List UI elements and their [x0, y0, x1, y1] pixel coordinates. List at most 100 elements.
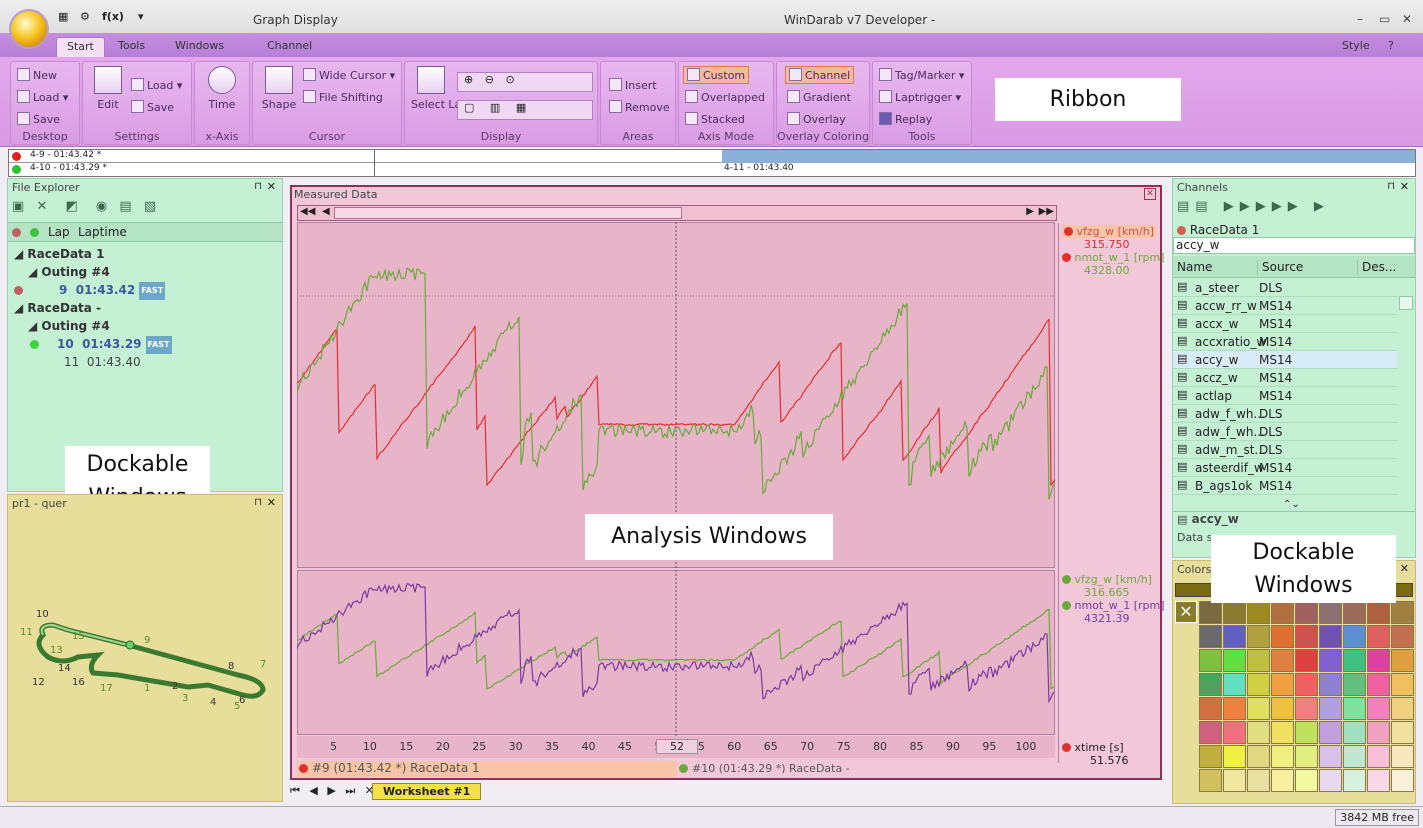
color-swatch[interactable]: [1271, 601, 1294, 624]
color-swatch[interactable]: [1199, 721, 1222, 744]
color-swatch[interactable]: [1295, 769, 1318, 792]
scroll-left-icon[interactable]: ◀: [322, 206, 330, 217]
load-settings-button[interactable]: Load ▾: [131, 78, 182, 92]
lap-label[interactable]: 4-9 - 01:43.42 *: [30, 150, 101, 160]
stacked-axis-button[interactable]: Stacked: [685, 112, 745, 126]
color-swatch[interactable]: [1295, 697, 1318, 720]
color-swatch[interactable]: [1223, 697, 1246, 720]
color-swatch[interactable]: [1223, 673, 1246, 696]
color-swatch[interactable]: [1391, 745, 1414, 768]
color-swatch[interactable]: [1391, 721, 1414, 744]
lap-label[interactable]: 4-11 - 01:43.40: [724, 163, 794, 173]
close-file-icon[interactable]: ✕: [36, 199, 47, 214]
replay-button[interactable]: Replay: [879, 112, 932, 126]
qat-dropdown-icon[interactable]: ▾: [138, 10, 144, 30]
close-icon[interactable]: ✕: [1402, 12, 1412, 26]
color-swatch[interactable]: [1343, 745, 1366, 768]
channel-row[interactable]: ▤ accw_rr_w MS14: [1173, 297, 1397, 315]
color-swatch[interactable]: [1223, 769, 1246, 792]
laptrigger-button[interactable]: Laptrigger ▾: [879, 90, 961, 104]
color-swatch[interactable]: [1271, 673, 1294, 696]
color-swatch[interactable]: [1199, 745, 1222, 768]
color-swatch[interactable]: [1247, 697, 1270, 720]
fx-button[interactable]: f(x): [102, 10, 124, 30]
channel-row[interactable]: ▤ actlap MS14: [1173, 387, 1397, 405]
color-swatch[interactable]: [1295, 649, 1318, 672]
nav-next-icon[interactable]: ▶: [327, 784, 335, 797]
channels-toolbar[interactable]: ▤▤ ▶▶▶▶▶ ▶: [1177, 199, 1330, 214]
color-swatch[interactable]: [1391, 601, 1414, 624]
no-color-icon[interactable]: ✕: [1175, 601, 1197, 623]
channel-row[interactable]: ▤ accx_w MS14: [1173, 315, 1397, 333]
close-icon[interactable]: ✕: [1400, 562, 1409, 575]
color-swatch[interactable]: [1271, 649, 1294, 672]
pin-icon[interactable]: ⊓: [254, 497, 262, 508]
legend-item[interactable]: xtime [s]: [1062, 741, 1124, 754]
color-swatch[interactable]: [1319, 625, 1342, 648]
scroll-right-icon[interactable]: ▶: [1026, 206, 1034, 217]
color-swatch[interactable]: [1367, 697, 1390, 720]
color-swatch[interactable]: [1223, 649, 1246, 672]
channel-row[interactable]: ▤ accz_w MS14: [1173, 369, 1397, 387]
channel-row[interactable]: ▤ adw_m_st... DLS: [1173, 441, 1397, 459]
legend-item[interactable]: vfzg_w [km/h]: [1062, 573, 1152, 586]
overlay-coloring-button[interactable]: Overlay: [787, 112, 846, 126]
gradient-coloring-button[interactable]: Gradient: [787, 90, 851, 104]
color-swatch[interactable]: [1247, 649, 1270, 672]
lap-row[interactable]: 9 01:43.42 FAST: [8, 281, 282, 300]
legend-item[interactable]: vfzg_w [km/h]: [1062, 225, 1156, 238]
color-swatch[interactable]: [1343, 601, 1366, 624]
lap-selector-2[interactable]: #10 (01:43.29 *) RaceData -: [677, 761, 1057, 777]
lap-label[interactable]: 4-10 - 01:43.29 *: [30, 163, 107, 173]
color-swatch[interactable]: [1343, 769, 1366, 792]
nav-last-icon[interactable]: ⏭: [345, 784, 355, 797]
zoom-toolbar[interactable]: ⊕ ⊖ ⊙: [457, 72, 593, 92]
color-swatch[interactable]: [1199, 673, 1222, 696]
data-source[interactable]: RaceData 1: [1177, 223, 1259, 237]
color-swatch[interactable]: [1343, 721, 1366, 744]
color-swatch[interactable]: [1271, 769, 1294, 792]
pin-icon[interactable]: ⊓: [1387, 181, 1395, 192]
color-swatch[interactable]: [1271, 721, 1294, 744]
color-swatch[interactable]: [1223, 721, 1246, 744]
col-laptime[interactable]: Laptime: [78, 225, 127, 239]
layout-grid-icon[interactable]: ▦: [516, 101, 526, 114]
channel-coloring-button[interactable]: Channel: [785, 66, 855, 84]
load-desktop-button[interactable]: Load ▾: [17, 90, 68, 104]
scroll-thumb[interactable]: [334, 207, 682, 219]
scroll-last-icon[interactable]: ▶▶: [1039, 206, 1054, 217]
color-swatch[interactable]: [1223, 625, 1246, 648]
color-swatch[interactable]: [1247, 745, 1270, 768]
color-swatch[interactable]: [1295, 673, 1318, 696]
color-swatch[interactable]: [1391, 625, 1414, 648]
lap-row[interactable]: 11 01:43.40: [58, 353, 141, 371]
legend-item[interactable]: nmot_w_1 [rpm]: [1062, 599, 1165, 612]
color-swatch[interactable]: [1247, 601, 1270, 624]
color-swatch[interactable]: [1247, 721, 1270, 744]
color-swatch[interactable]: [1367, 625, 1390, 648]
color-swatch[interactable]: [1343, 625, 1366, 648]
legend-item[interactable]: nmot_w_1 [rpm]: [1062, 251, 1165, 264]
color-swatch[interactable]: [1223, 745, 1246, 768]
worksheet-tab[interactable]: Worksheet #1: [372, 783, 482, 800]
color-swatch[interactable]: [1319, 721, 1342, 744]
wide-cursor-button[interactable]: Wide Cursor ▾: [303, 68, 395, 82]
layout-single-icon[interactable]: ▢: [464, 101, 474, 114]
color-swatch[interactable]: [1391, 697, 1414, 720]
open-folder-icon[interactable]: ▣: [12, 199, 24, 214]
save-desktop-button[interactable]: Save: [17, 112, 60, 126]
color-swatch[interactable]: [1367, 769, 1390, 792]
tab-start[interactable]: Start: [56, 37, 105, 57]
chart-icon[interactable]: ◩: [65, 199, 77, 214]
close-icon[interactable]: ✕: [267, 496, 276, 509]
color-swatch[interactable]: [1199, 625, 1222, 648]
color-swatch[interactable]: [1199, 649, 1222, 672]
color-swatch[interactable]: [1319, 649, 1342, 672]
channel-row[interactable]: ▤ adw_f_wh... DLS: [1173, 423, 1397, 441]
qat-icon-1[interactable]: ▦: [58, 10, 68, 30]
col-lap[interactable]: Lap: [48, 225, 70, 239]
channel-row[interactable]: ▤ adw_f_wh... DLS: [1173, 405, 1397, 423]
color-swatch[interactable]: [1295, 721, 1318, 744]
channel-row[interactable]: ▤ B_ags1ok MS14: [1173, 477, 1397, 495]
color-swatch[interactable]: [1247, 673, 1270, 696]
